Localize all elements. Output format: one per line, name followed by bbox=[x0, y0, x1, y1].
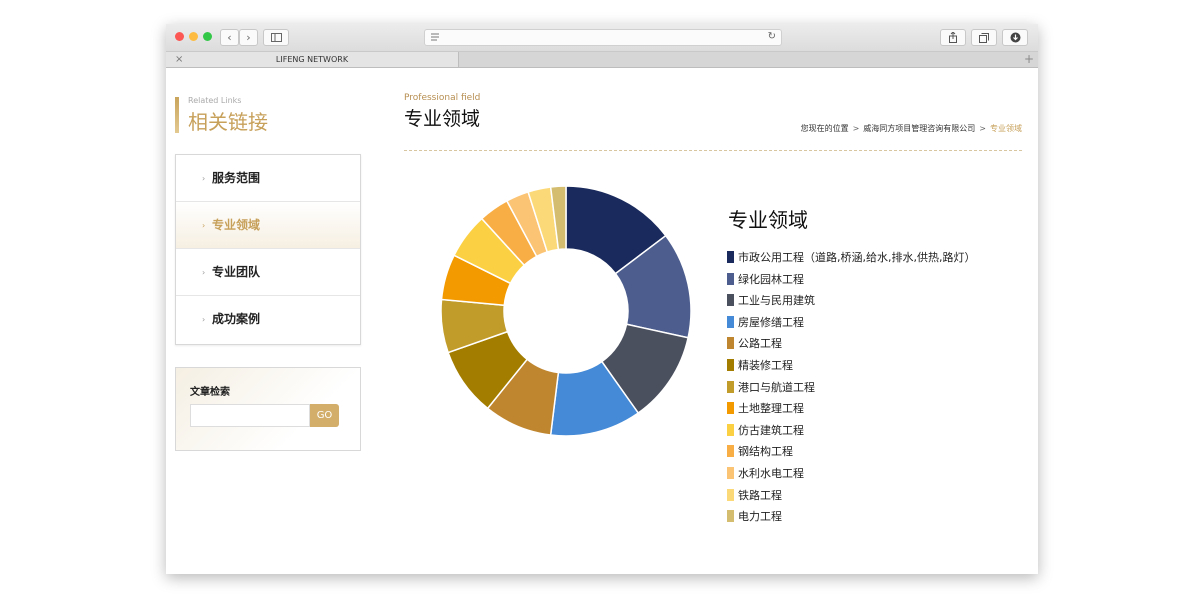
legend-item: 港口与航道工程 bbox=[727, 377, 975, 399]
sidebar-toggle-button[interactable] bbox=[263, 29, 289, 46]
legend-item: 钢结构工程 bbox=[727, 441, 975, 463]
chart-legend: 市政公用工程（道路,桥涵,给水,排水,供热,路灯） 绿化园林工程 工业与民用建筑 房屋… bbox=[727, 247, 975, 528]
legend-label: 精装修工程 bbox=[738, 358, 793, 372]
chevron-right-icon: > bbox=[979, 124, 986, 133]
search-input[interactable] bbox=[190, 404, 310, 427]
legend-item: 仿古建筑工程 bbox=[727, 420, 975, 442]
donut-chart bbox=[440, 185, 692, 437]
tab-lifeng[interactable]: × LIFENG NETWORK bbox=[166, 52, 459, 67]
browser-window: ‹ › ↻ × LIFENG NETWORK + Related Links 相… bbox=[166, 24, 1038, 574]
legend-label: 钢结构工程 bbox=[738, 445, 793, 459]
legend-label: 房屋修缮工程 bbox=[738, 315, 804, 329]
legend-item: 电力工程 bbox=[727, 506, 975, 528]
tabs-icon bbox=[979, 33, 989, 43]
tabs-overview-button[interactable] bbox=[971, 29, 997, 46]
forward-button[interactable]: › bbox=[239, 29, 258, 46]
chevron-right-icon: › bbox=[202, 315, 206, 324]
article-search-panel: 文章检索 GO bbox=[175, 367, 361, 451]
legend-item: 公路工程 bbox=[727, 333, 975, 355]
sidebar-item-label: 专业团队 bbox=[212, 265, 261, 279]
chevron-right-icon: › bbox=[202, 268, 206, 277]
legend-swatch bbox=[727, 337, 734, 350]
legend-swatch bbox=[727, 466, 734, 479]
page-content: Related Links 相关链接 › 服务范围 › 专业领域 › 专业团队 … bbox=[166, 68, 1038, 574]
legend-item: 水利水电工程 bbox=[727, 463, 975, 485]
close-window-button[interactable] bbox=[175, 32, 184, 41]
legend-item: 市政公用工程（道路,桥涵,给水,排水,供热,路灯） bbox=[727, 247, 975, 269]
legend-item: 土地整理工程 bbox=[727, 398, 975, 420]
minimize-window-button[interactable] bbox=[189, 32, 198, 41]
chevron-right-icon: > bbox=[852, 124, 860, 133]
sidebar-item-service-scope[interactable]: › 服务范围 bbox=[176, 155, 360, 202]
legend-swatch bbox=[727, 402, 734, 415]
legend-label: 水利水电工程 bbox=[738, 466, 804, 480]
sidebar-item-label: 服务范围 bbox=[212, 171, 261, 185]
browser-toolbar: ‹ › ↻ bbox=[166, 24, 1038, 52]
legend-label: 工业与民用建筑 bbox=[738, 294, 815, 308]
sidebar-item-professional-team[interactable]: › 专业团队 bbox=[176, 249, 360, 296]
back-button[interactable]: ‹ bbox=[220, 29, 239, 46]
legend-swatch bbox=[727, 358, 734, 371]
share-button[interactable] bbox=[940, 29, 966, 46]
reload-icon[interactable]: ↻ bbox=[768, 31, 776, 42]
breadcrumb-prefix: 您现在的位置 bbox=[800, 124, 849, 133]
page-title-en: Professional field bbox=[404, 93, 481, 103]
legend-swatch bbox=[727, 423, 734, 436]
legend-item: 工业与民用建筑 bbox=[727, 290, 975, 312]
sidebar-accent-bar bbox=[175, 97, 179, 133]
legend-swatch bbox=[727, 294, 734, 307]
tab-title: LIFENG NETWORK bbox=[275, 55, 349, 64]
legend-swatch bbox=[727, 510, 734, 523]
sidebar-item-label: 专业领域 bbox=[212, 218, 261, 232]
reader-icon bbox=[431, 33, 439, 41]
legend-swatch bbox=[727, 272, 734, 285]
legend-label: 绿化园林工程 bbox=[738, 272, 804, 286]
legend-item: 房屋修缮工程 bbox=[727, 312, 975, 334]
legend-label: 电力工程 bbox=[738, 510, 782, 524]
chevron-left-icon: ‹ bbox=[227, 31, 232, 44]
legend-label: 仿古建筑工程 bbox=[738, 423, 804, 437]
chevron-right-icon: › bbox=[202, 174, 206, 183]
legend-swatch bbox=[727, 315, 734, 328]
legend-swatch bbox=[727, 380, 734, 393]
sidebar-item-success-cases[interactable]: › 成功案例 bbox=[176, 296, 360, 343]
legend-swatch bbox=[727, 445, 734, 458]
sidebar-item-label: 成功案例 bbox=[212, 312, 261, 326]
address-bar[interactable]: ↻ bbox=[424, 29, 782, 46]
search-title: 文章检索 bbox=[190, 387, 230, 398]
download-icon bbox=[1010, 32, 1020, 43]
legend-label: 港口与航道工程 bbox=[738, 380, 815, 394]
legend-label: 市政公用工程（道路,桥涵,给水,排水,供热,路灯） bbox=[738, 251, 976, 264]
page-title: 专业领域 bbox=[404, 108, 481, 130]
search-go-button[interactable]: GO bbox=[310, 404, 339, 427]
legend-label: 公路工程 bbox=[738, 337, 782, 351]
legend-label: 土地整理工程 bbox=[738, 402, 804, 416]
sidebar-title-cn: 相关链接 bbox=[188, 110, 268, 134]
breadcrumb: 您现在的位置 > 威海同方项目管理咨询有限公司 > 专业领域 bbox=[801, 123, 1022, 134]
downloads-button[interactable] bbox=[1002, 29, 1028, 46]
share-icon bbox=[949, 31, 957, 43]
legend-item: 精装修工程 bbox=[727, 355, 975, 377]
tab-bar: × LIFENG NETWORK + bbox=[166, 52, 1038, 68]
legend-item: 绿化园林工程 bbox=[727, 269, 975, 291]
legend-label: 铁路工程 bbox=[738, 488, 782, 502]
chart-title: 专业领域 bbox=[728, 208, 808, 232]
new-tab-button[interactable]: + bbox=[1024, 52, 1034, 67]
sidebar-item-professional-field[interactable]: › 专业领域 bbox=[176, 202, 360, 249]
breadcrumb-current: 专业领域 bbox=[990, 124, 1022, 133]
chevron-right-icon: › bbox=[202, 221, 206, 230]
breadcrumb-company-link[interactable]: 威海同方项目管理咨询有限公司 bbox=[863, 124, 975, 133]
sidebar-icon bbox=[270, 33, 282, 42]
legend-swatch bbox=[727, 488, 734, 501]
zoom-window-button[interactable] bbox=[203, 32, 212, 41]
title-divider bbox=[404, 150, 1022, 151]
chevron-right-icon: › bbox=[246, 31, 251, 44]
sidebar-menu: › 服务范围 › 专业领域 › 专业团队 › 成功案例 bbox=[175, 154, 361, 345]
sidebar-title-en: Related Links bbox=[188, 96, 242, 105]
legend-swatch bbox=[727, 251, 734, 263]
legend-item: 铁路工程 bbox=[727, 485, 975, 507]
